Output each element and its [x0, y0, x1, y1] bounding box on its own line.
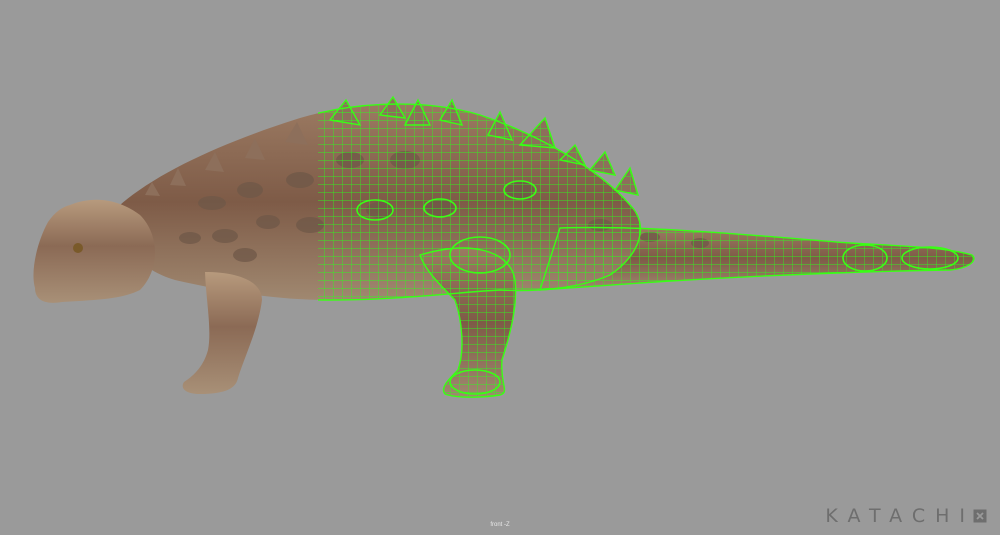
viewport-canvas	[0, 0, 1000, 535]
model-eye	[73, 243, 83, 253]
square-x-icon	[973, 509, 987, 523]
brand-name: KATACHI	[825, 505, 975, 527]
maya-viewport[interactable]: front -Z KATACHI	[0, 0, 1000, 535]
brand-watermark: KATACHI	[825, 505, 987, 527]
